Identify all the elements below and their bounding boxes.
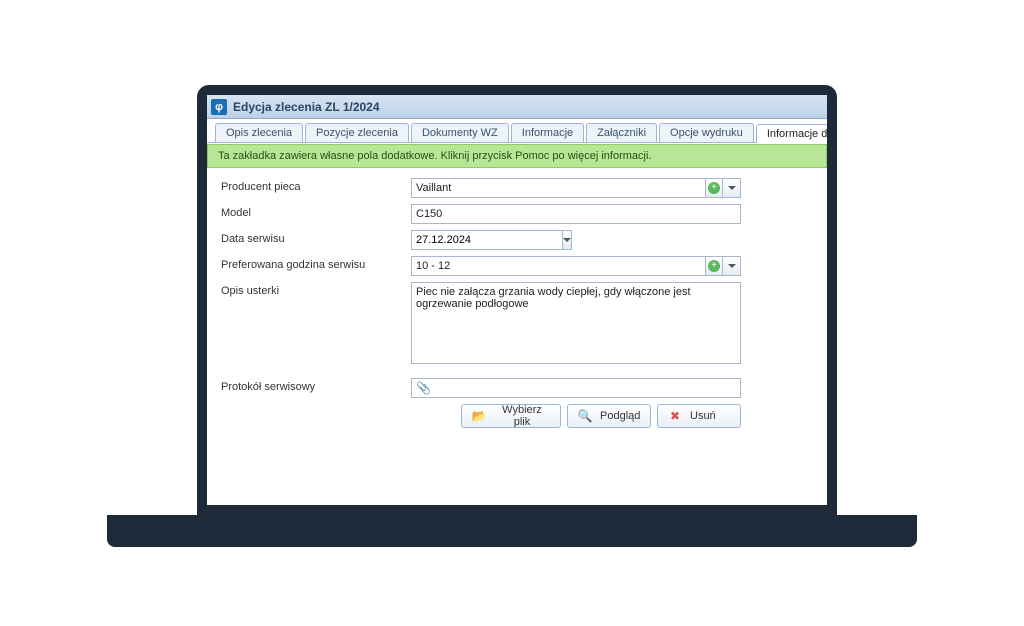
magnifier-icon: 🔍	[578, 409, 592, 423]
file-attachment-box[interactable]: 📎	[411, 378, 741, 398]
label-protokol: Protokół serwisowy	[221, 378, 411, 393]
row-data-serwisu: Data serwisu	[221, 230, 813, 250]
delete-x-icon: ✖	[668, 409, 682, 423]
window-titlebar: φ Edycja zlecenia ZL 1/2024	[207, 95, 827, 119]
tab-bar: Opis zlecenia Pozycje zlecenia Dokumenty…	[207, 119, 827, 143]
add-producent-button[interactable]: +	[705, 178, 723, 198]
chevron-down-icon	[563, 238, 571, 242]
label-model: Model	[221, 204, 411, 219]
form-area: Producent pieca + Model Dat	[207, 168, 827, 444]
choose-file-label: Wybierz plik	[494, 404, 550, 428]
delete-label: Usuń	[690, 410, 716, 422]
paperclip-icon: 📎	[416, 381, 431, 395]
label-opis-usterki: Opis usterki	[221, 282, 411, 297]
input-model[interactable]	[411, 204, 741, 224]
custom-fields-info-bar: Ta zakładka zawiera własne pola dodatkow…	[207, 144, 827, 168]
input-producent[interactable]	[411, 178, 705, 198]
label-producent: Producent pieca	[221, 178, 411, 193]
data-serwisu-dropdown-button[interactable]	[562, 230, 572, 250]
app-icon: φ	[211, 99, 227, 115]
row-opis-usterki: Opis usterki	[221, 282, 813, 364]
row-model: Model	[221, 204, 813, 224]
preview-label: Podgląd	[600, 410, 640, 422]
add-godzina-button[interactable]: +	[705, 256, 723, 276]
label-data-serwisu: Data serwisu	[221, 230, 411, 245]
window-title: Edycja zlecenia ZL 1/2024	[233, 100, 380, 114]
tab-dokumenty-wz[interactable]: Dokumenty WZ	[411, 123, 509, 142]
label-godzina: Preferowana godzina serwisu	[221, 256, 411, 271]
tab-opcje-wydruku[interactable]: Opcje wydruku	[659, 123, 754, 142]
laptop-frame: φ Edycja zlecenia ZL 1/2024 Opis zleceni…	[197, 85, 837, 515]
row-producent: Producent pieca +	[221, 178, 813, 198]
tab-informacje-dla-serwisanta[interactable]: Informacje dla serwisanta	[756, 124, 827, 143]
plus-icon: +	[708, 182, 720, 194]
choose-file-button[interactable]: 📂 Wybierz plik	[461, 404, 561, 428]
producent-dropdown-button[interactable]	[723, 178, 741, 198]
tab-informacje[interactable]: Informacje	[511, 123, 584, 142]
file-buttons-row: 📂 Wybierz plik 🔍 Podgląd ✖ Usuń	[461, 404, 741, 428]
godzina-dropdown-button[interactable]	[723, 256, 741, 276]
preview-button[interactable]: 🔍 Podgląd	[567, 404, 651, 428]
tab-pozycje-zlecenia[interactable]: Pozycje zlecenia	[305, 123, 409, 142]
folder-open-icon: 📂	[472, 409, 486, 423]
plus-icon: +	[708, 260, 720, 272]
row-godzina: Preferowana godzina serwisu +	[221, 256, 813, 276]
tab-zalaczniki[interactable]: Załączniki	[586, 123, 657, 142]
chevron-down-icon	[728, 264, 736, 268]
app-window: φ Edycja zlecenia ZL 1/2024 Opis zleceni…	[207, 95, 827, 505]
laptop-base	[107, 515, 917, 547]
input-data-serwisu[interactable]	[411, 230, 562, 250]
chevron-down-icon	[728, 186, 736, 190]
delete-button[interactable]: ✖ Usuń	[657, 404, 741, 428]
textarea-opis-usterki[interactable]	[411, 282, 741, 364]
input-godzina[interactable]	[411, 256, 705, 276]
row-protokol: Protokół serwisowy 📎 📂 Wybierz plik 🔍 Po…	[221, 378, 813, 428]
tab-opis-zlecenia[interactable]: Opis zlecenia	[215, 123, 303, 142]
